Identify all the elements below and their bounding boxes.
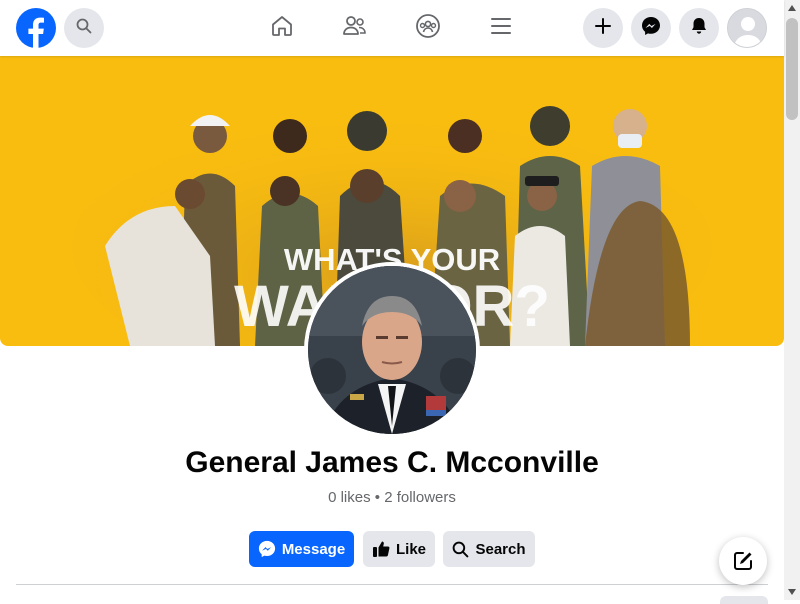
create-button[interactable]	[583, 8, 623, 48]
top-navigation-bar	[0, 0, 784, 56]
section-divider	[16, 584, 768, 585]
like-button-label: Like	[395, 540, 426, 558]
compose-icon	[732, 550, 754, 572]
messenger-icon	[641, 16, 661, 41]
search-icon	[452, 541, 475, 558]
nav-home[interactable]	[258, 4, 306, 52]
search-button[interactable]	[64, 8, 104, 48]
messenger-button[interactable]	[631, 8, 671, 48]
messenger-icon	[258, 540, 282, 558]
plus-icon	[594, 17, 612, 40]
thumbs-up-icon	[372, 540, 396, 558]
groups-icon	[415, 13, 441, 44]
search-icon	[76, 18, 92, 39]
account-avatar[interactable]	[727, 8, 767, 48]
profile-stats: 0 likes • 2 followers	[328, 489, 456, 506]
avatar-icon	[728, 9, 766, 47]
more-options-button[interactable]	[720, 596, 768, 604]
page-title: General James C. Mcconville	[185, 446, 599, 479]
hamburger-menu-icon	[489, 14, 513, 43]
scroll-up-arrow-icon[interactable]	[784, 0, 800, 16]
profile-picture[interactable]	[304, 262, 480, 438]
search-button-label: Search	[475, 540, 526, 558]
scrollbar-thumb[interactable]	[786, 18, 798, 120]
search-page-button[interactable]: Search	[443, 531, 535, 567]
friends-icon	[342, 14, 368, 43]
nav-friends[interactable]	[331, 4, 379, 52]
message-button-label: Message	[281, 540, 346, 558]
message-button[interactable]: Message	[249, 531, 354, 567]
compose-message-button[interactable]	[719, 537, 767, 585]
home-icon	[270, 14, 294, 43]
nav-menu[interactable]	[477, 4, 525, 52]
profile-photo-image	[308, 266, 476, 434]
scroll-down-arrow-icon[interactable]	[784, 584, 800, 600]
notifications-button[interactable]	[679, 8, 719, 48]
nav-groups[interactable]	[404, 4, 452, 52]
bell-icon	[689, 16, 709, 41]
like-button[interactable]: Like	[363, 531, 435, 567]
facebook-logo-icon[interactable]	[16, 8, 56, 48]
page-scrollbar[interactable]	[784, 0, 800, 600]
